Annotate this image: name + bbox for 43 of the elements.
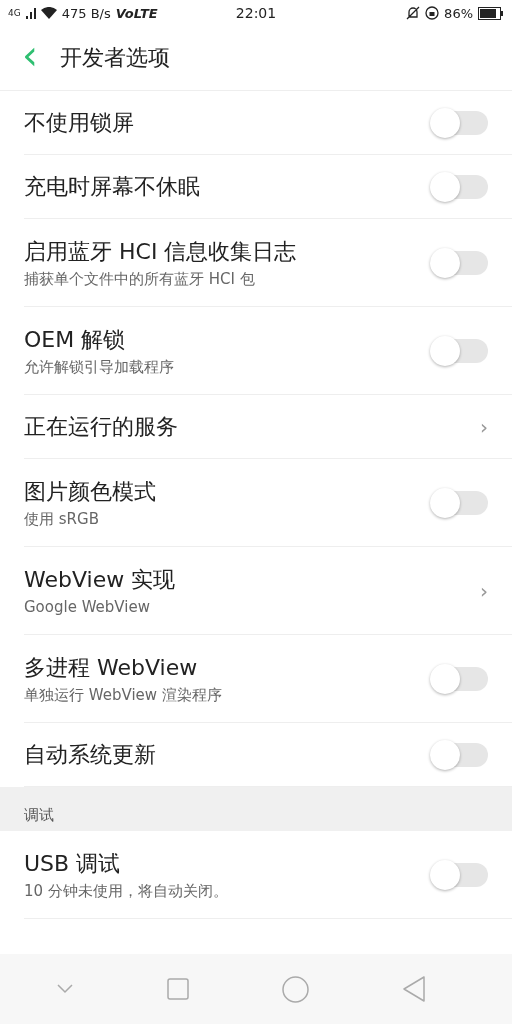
home-icon[interactable] bbox=[282, 975, 310, 1003]
setting-title: OEM 解锁 bbox=[24, 325, 127, 354]
setting-title: WebView 实现 bbox=[24, 566, 177, 594]
setting-title: 不使用锁屏 bbox=[24, 108, 135, 137]
section-title: 调试 bbox=[24, 806, 54, 825]
back-button[interactable]: ‹ bbox=[18, 35, 42, 81]
toggle-switch[interactable] bbox=[432, 110, 488, 135]
setting-subtitle: Google WebView bbox=[24, 598, 151, 616]
chevron-down-icon[interactable] bbox=[56, 984, 73, 994]
toggle-switch[interactable] bbox=[432, 338, 488, 363]
page-title: 开发者选项 bbox=[60, 44, 170, 72]
setting-subtitle: 单独运行 WebView 渲染程序 bbox=[24, 685, 223, 705]
signal-icon bbox=[25, 7, 36, 19]
chevron-icon: › bbox=[480, 578, 488, 603]
toggle-switch[interactable] bbox=[432, 250, 488, 275]
setting-title: 图片颜色模式 bbox=[24, 477, 157, 506]
setting-title: 充电时屏幕不休眠 bbox=[24, 172, 201, 201]
toggle-switch[interactable] bbox=[432, 862, 488, 887]
clock: 22:01 bbox=[235, 5, 277, 21]
setting-subtitle: 捕获单个文件中的所有蓝牙 HCI 包 bbox=[24, 269, 256, 289]
toggle-switch[interactable] bbox=[432, 490, 488, 515]
network-type: 4G bbox=[8, 8, 21, 18]
setting-subtitle: 10 分钟未使用，将自动关闭。 bbox=[24, 881, 229, 901]
network-speed: 475 B/s bbox=[61, 5, 111, 21]
setting-subtitle: 使用 sRGB bbox=[24, 509, 100, 529]
setting-title: 启用蓝牙 HCI 信息收集日志 bbox=[24, 237, 298, 266]
toggle-switch[interactable] bbox=[432, 666, 488, 691]
square-icon[interactable] bbox=[166, 978, 189, 1000]
battery-icon bbox=[478, 6, 504, 20]
muted-bell-icon bbox=[406, 6, 421, 20]
toggle-switch[interactable] bbox=[432, 742, 488, 767]
back-icon[interactable] bbox=[403, 976, 426, 1002]
volte-label: VoLTE bbox=[115, 5, 158, 21]
rotation-lock-icon bbox=[425, 6, 440, 20]
toggle-switch[interactable] bbox=[432, 174, 488, 199]
setting-title: USB 调试 bbox=[24, 849, 122, 878]
setting-title: 正在运行的服务 bbox=[24, 412, 179, 441]
chevron-icon: › bbox=[480, 414, 488, 439]
setting-title: 多进程 WebView bbox=[24, 653, 199, 682]
setting-subtitle: 允许解锁引导加载程序 bbox=[24, 357, 175, 377]
setting-title: 自动系统更新 bbox=[24, 740, 157, 769]
wifi-icon bbox=[40, 7, 57, 19]
battery-percent: 86% bbox=[444, 5, 473, 21]
